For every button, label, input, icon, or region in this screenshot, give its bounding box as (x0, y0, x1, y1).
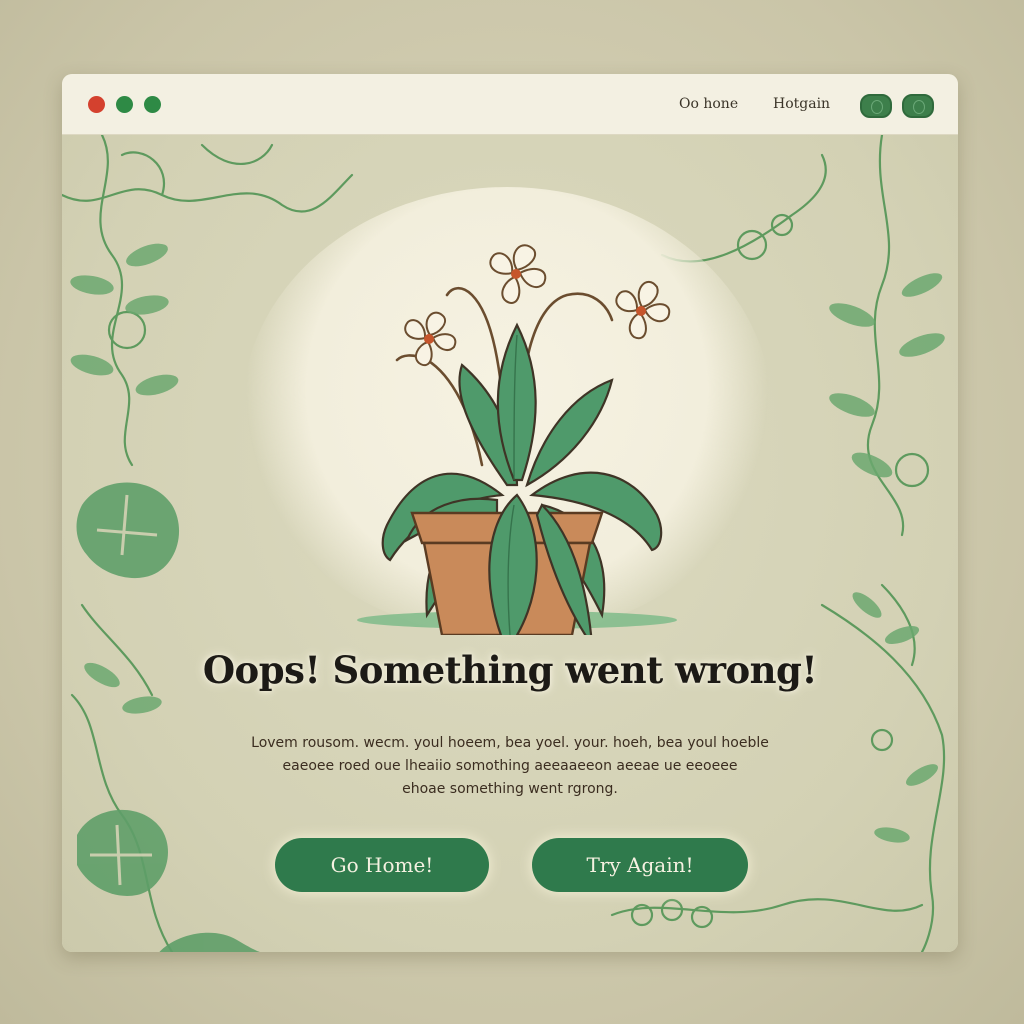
browser-window: Oo hone Hotgain Oops! Something went wro… (62, 74, 958, 952)
error-page-content: Oops! Something went wrong! Lovem rousom… (62, 135, 958, 952)
close-window-button[interactable] (88, 96, 105, 113)
error-description-line: ehoae something went rgrong. (402, 781, 618, 797)
toolbar-toggle-button-2[interactable] (902, 94, 934, 118)
error-description-line: Lovem rousom. wecm. youl hoeem, bea yoel… (251, 735, 769, 751)
error-description: Lovem rousom. wecm. youl hoeem, bea yoel… (202, 732, 818, 801)
window-titlebar: Oo hone Hotgain (62, 74, 958, 135)
potted-plant-icon (357, 244, 677, 635)
toolbar-toggle-button-1[interactable] (860, 94, 892, 118)
nav-link-secondary[interactable]: Hotgain (773, 96, 830, 112)
desktop-background: Oo hone Hotgain Oops! Something went wro… (0, 0, 1024, 1024)
nav-link-home[interactable]: Oo hone (679, 96, 738, 112)
error-description-line: eaeoee roed oue lheaiio somothing aeeaae… (282, 758, 738, 774)
minimize-window-button[interactable] (116, 96, 133, 113)
error-headline: Oops! Something went wrong! (202, 648, 818, 692)
maximize-window-button[interactable] (144, 96, 161, 113)
try-again-button[interactable]: Try Again! (532, 838, 748, 892)
go-home-button[interactable]: Go Home! (275, 838, 489, 892)
